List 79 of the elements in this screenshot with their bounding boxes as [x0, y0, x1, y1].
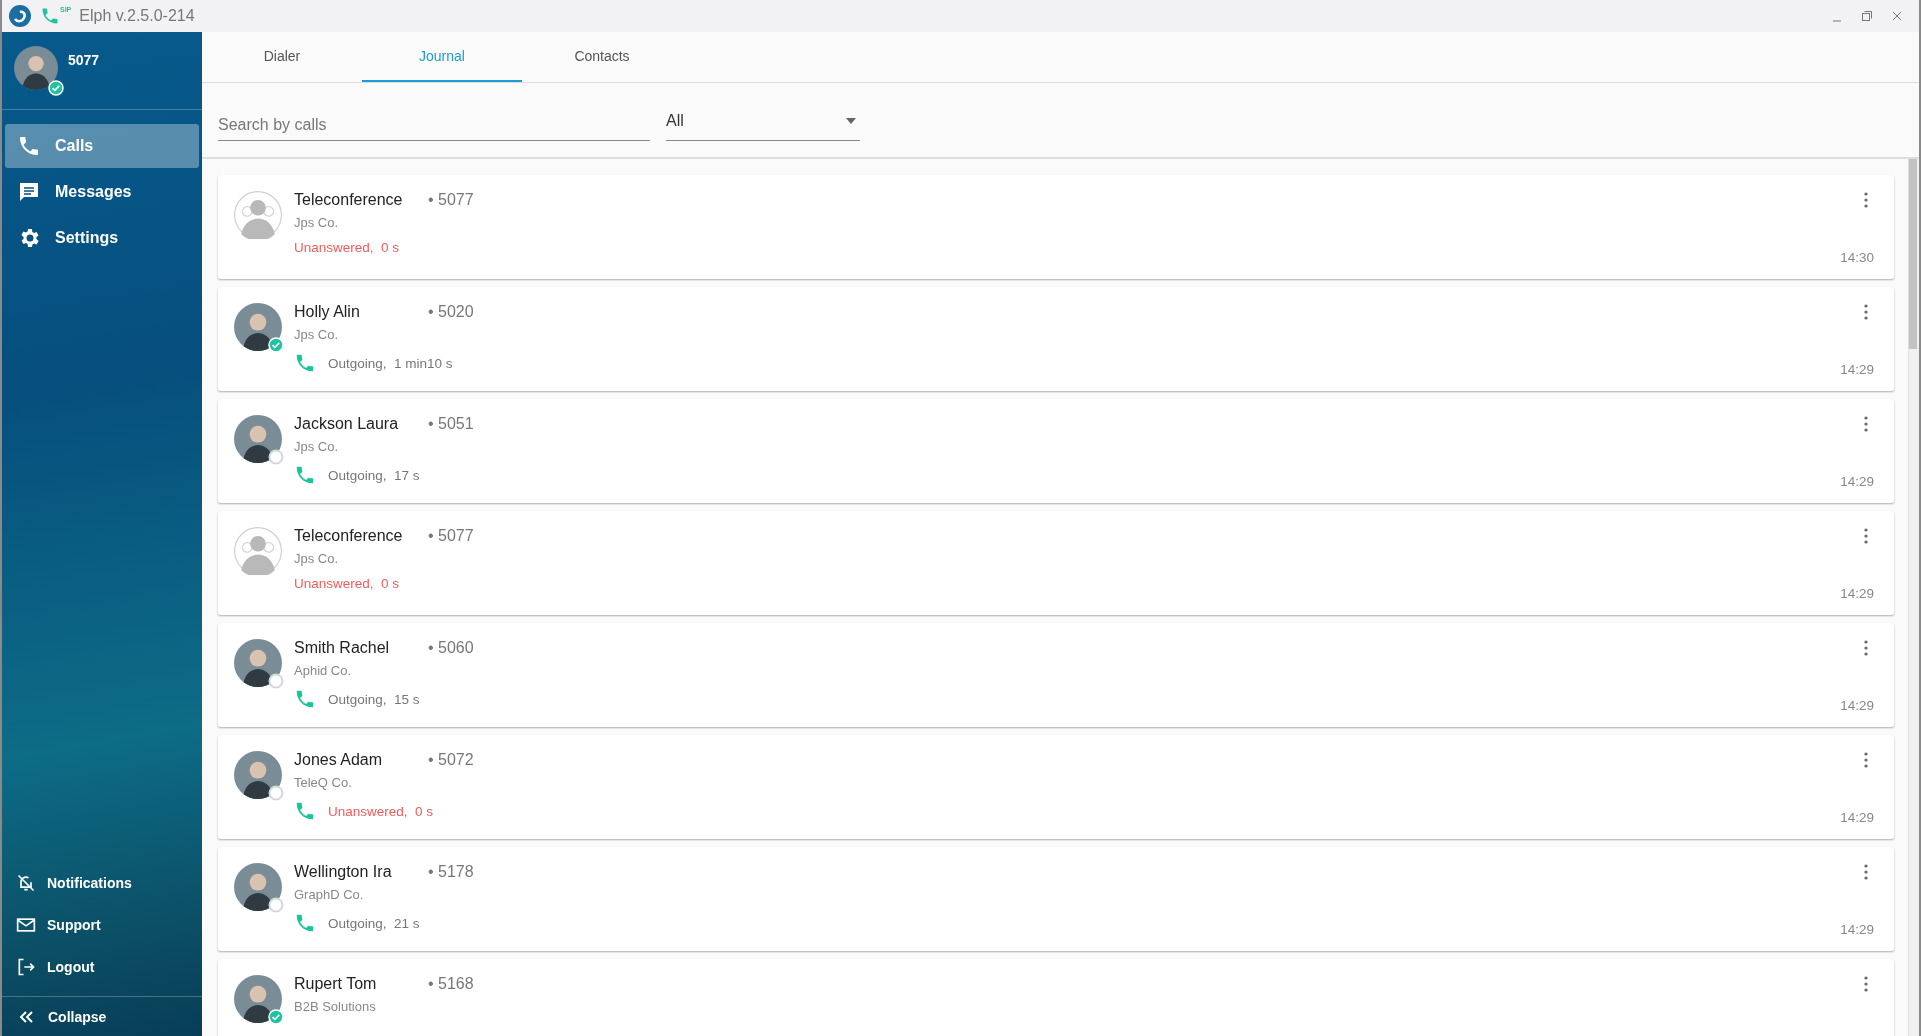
company-name: Jps Co.: [294, 439, 340, 454]
filter-dropdown[interactable]: All: [666, 108, 860, 141]
call-result: Unanswered, 0 s: [294, 576, 400, 591]
company-name: GraphD Co.: [294, 887, 365, 902]
sidebar-item[interactable]: Support: [2, 904, 202, 946]
double-chevron-icon: [18, 1008, 34, 1025]
contact-name: Teleconference: [294, 191, 404, 209]
extension-number: • 5077: [428, 191, 474, 209]
maximize-icon[interactable]: [1861, 10, 1873, 22]
tab[interactable]: Contacts: [522, 32, 682, 82]
call-card[interactable]: Rupert Tom • 5168 B2B Solutions: [218, 959, 1894, 1036]
call-result: Unanswered, 0 s: [328, 803, 434, 819]
call-card[interactable]: Jones Adam • 5072 TeleQ Co. Unanswered, 0 s 14:29: [218, 735, 1894, 839]
extension-number: • 5060: [428, 639, 474, 657]
close-icon[interactable]: [1891, 10, 1903, 22]
extension-number: • 5020: [428, 303, 474, 321]
bell-off-icon: [16, 873, 36, 893]
call-card[interactable]: Teleconference • 5077 Jps Co. Unanswered, 0 s 14:30: [218, 175, 1894, 279]
avatar: [234, 863, 282, 911]
sidebar-item[interactable]: Calls: [5, 124, 199, 168]
user-number: 5077: [68, 52, 100, 68]
call-time: 14:29: [1840, 922, 1874, 937]
sidebar-item[interactable]: Settings: [5, 216, 199, 260]
logout-icon: [16, 957, 36, 977]
scrollbar[interactable]: [1908, 159, 1919, 1036]
avatar: [234, 975, 282, 1023]
contact-name: Jackson Laura: [294, 415, 400, 433]
app-logo-icon: [8, 4, 32, 28]
extension-number: • 5178: [428, 863, 474, 881]
sidebar-item[interactable]: Messages: [5, 170, 199, 214]
call-time: 14:30: [1840, 250, 1874, 265]
company-name: TeleQ Co.: [294, 775, 353, 790]
extension-number: • 5168: [428, 975, 474, 993]
avatar: [14, 46, 58, 90]
contact-name: Rupert Tom: [294, 975, 378, 993]
call-card[interactable]: Wellington Ira • 5178 GraphD Co. Outgoing, 21 s 14:29: [218, 847, 1894, 951]
avatar: [234, 639, 282, 687]
call-time: 14:29: [1840, 810, 1874, 825]
contact-name: Smith Rachel: [294, 639, 391, 657]
avatar: [234, 415, 282, 463]
avatar: [234, 751, 282, 799]
extension-number: • 5072: [428, 751, 474, 769]
call-result: Outgoing, 1 min10 s: [328, 355, 453, 371]
dropdown-caret-icon: [846, 118, 856, 124]
call-time: 14:29: [1840, 474, 1874, 489]
call-card[interactable]: Jackson Laura • 5051 Jps Co. Outgoing, 17 s 14:29: [218, 399, 1894, 503]
contact-name: Holly Alin: [294, 303, 361, 321]
avatar: [234, 527, 282, 575]
tab[interactable]: Dialer: [202, 32, 362, 82]
call-result: Outgoing, 15 s: [328, 691, 420, 707]
call-result: Outgoing, 17 s: [328, 467, 420, 483]
sidebar-item[interactable]: Logout: [2, 946, 202, 988]
call-result: Outgoing, 21 s: [328, 915, 420, 931]
sidebar-item[interactable]: Notifications: [2, 862, 202, 904]
call-card[interactable]: Teleconference • 5077 Jps Co. Unanswered, 0 s 14:29: [218, 511, 1894, 615]
contact-name: Jones Adam: [294, 751, 384, 769]
message-icon: [17, 180, 41, 204]
window-title: Elph v.2.5.0-214: [79, 7, 195, 25]
extension-number: • 5051: [428, 415, 474, 433]
search-field[interactable]: Search by calls: [218, 112, 650, 141]
phone-icon: [40, 6, 60, 26]
call-time: 14:29: [1840, 698, 1874, 713]
company-name: Jps Co.: [294, 215, 340, 230]
extension-number: • 5077: [428, 527, 474, 545]
call-time: 14:29: [1840, 362, 1874, 377]
company-name: Jps Co.: [294, 551, 340, 566]
contact-name: Wellington Ira: [294, 863, 393, 881]
phone-icon: [17, 134, 41, 158]
contact-name: Teleconference: [294, 527, 404, 545]
mail-icon: [16, 915, 36, 935]
company-name: B2B Solutions: [294, 999, 377, 1014]
company-name: Aphid Co.: [294, 663, 353, 678]
call-time: 14:29: [1840, 586, 1874, 601]
call-card[interactable]: Smith Rachel • 5060 Aphid Co. Outgoing, 15 s 14:29: [218, 623, 1894, 727]
call-result: Unanswered, 0 s: [294, 240, 400, 255]
avatar: [234, 303, 282, 351]
company-name: Jps Co.: [294, 327, 340, 342]
avatar: [234, 191, 282, 239]
call-card[interactable]: Holly Alin • 5020 Jps Co. Outgoing, 1 min10 s 14:29: [218, 287, 1894, 391]
